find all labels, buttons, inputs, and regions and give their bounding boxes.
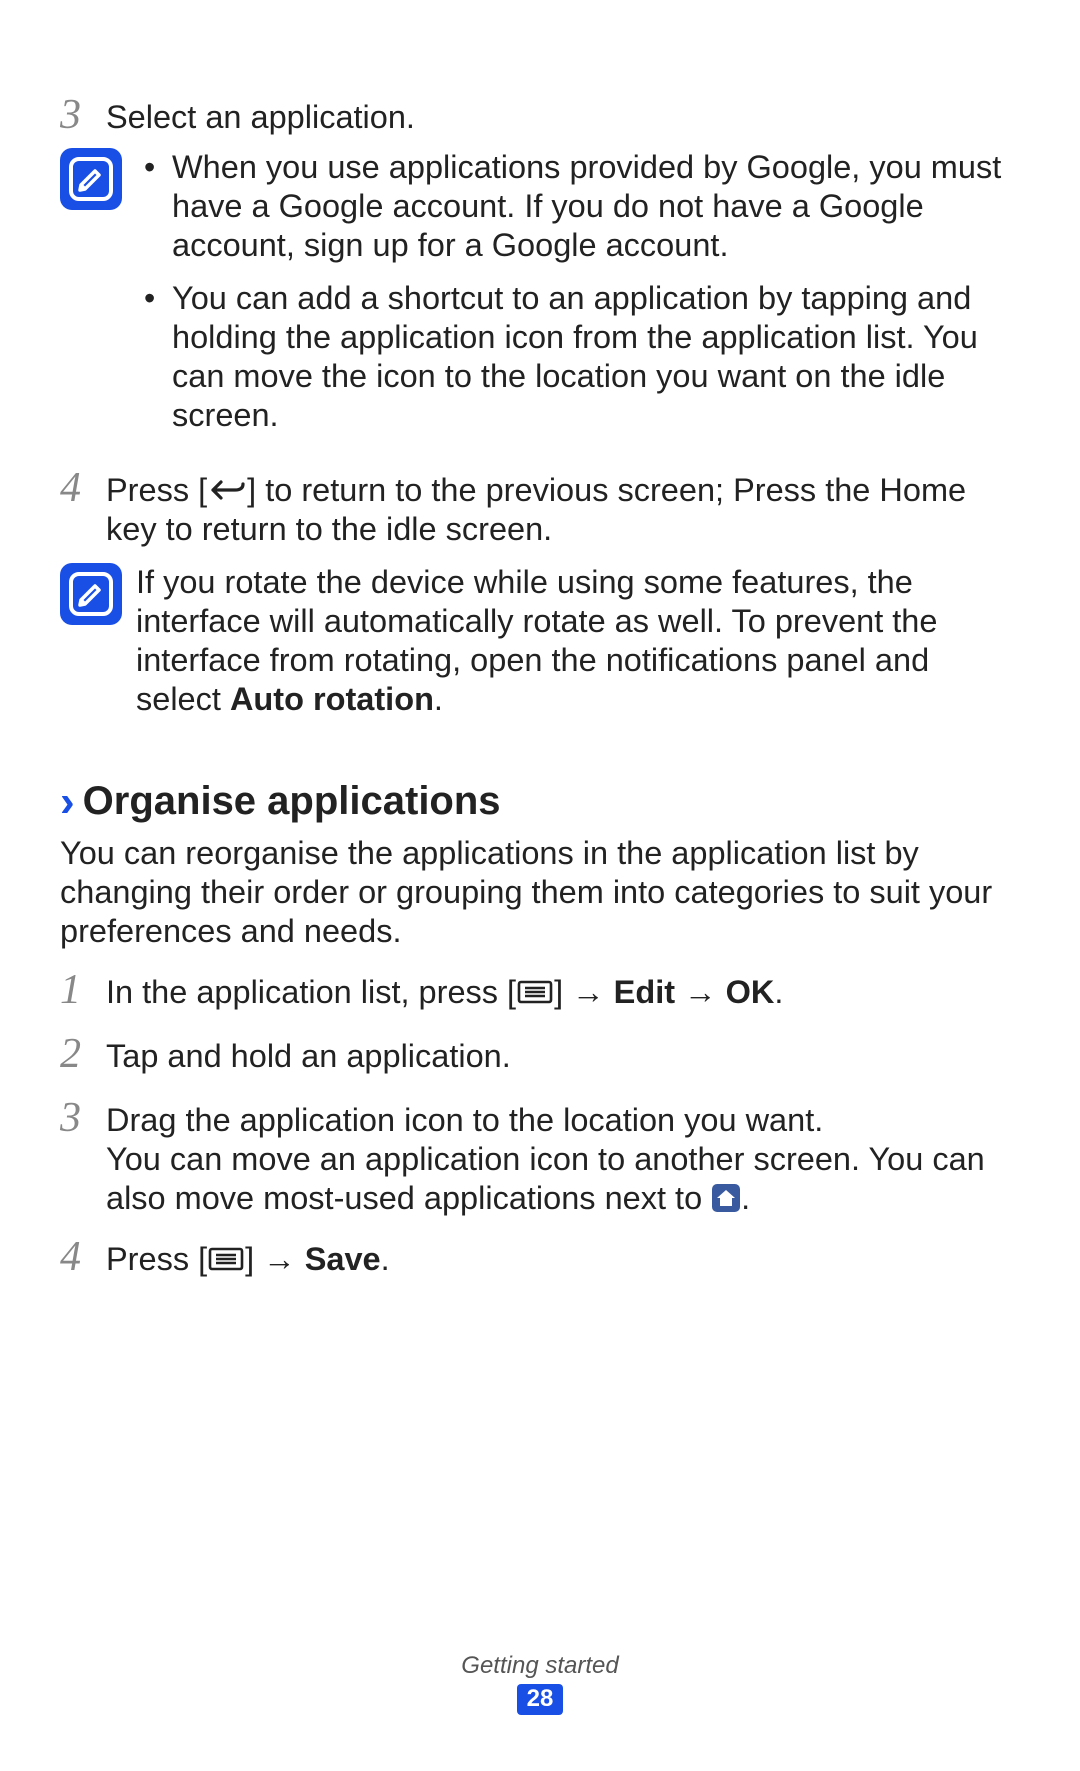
- step-3: 3 Select an application.: [60, 98, 1020, 140]
- text-line: Drag the application icon to the locatio…: [106, 1101, 1020, 1140]
- text-bold: Edit: [614, 974, 675, 1010]
- text-bold: Auto rotation: [230, 681, 434, 717]
- text-fragment: .: [434, 681, 443, 717]
- text-fragment: .: [741, 1180, 750, 1216]
- footer-section-label: Getting started: [0, 1652, 1080, 1680]
- chevron-icon: ›: [60, 780, 75, 824]
- step-text: Select an application.: [106, 98, 1020, 137]
- step-number: 4: [60, 1236, 106, 1278]
- text-fragment: .: [381, 1241, 390, 1277]
- text-bold: OK: [726, 974, 775, 1010]
- step-text: Press [] to return to the previous scree…: [106, 471, 1020, 549]
- note-block-1: When you use applications provided by Go…: [60, 148, 1020, 449]
- text-fragment: →: [675, 974, 726, 1010]
- page-footer: Getting started 28: [0, 1652, 1080, 1715]
- text-fragment: You can move an application icon to anot…: [106, 1141, 985, 1216]
- section-intro: You can reorganise the applications in t…: [60, 834, 1020, 951]
- note-icon: [60, 148, 122, 210]
- text-fragment: Press [: [106, 472, 207, 508]
- text-fragment: ] →: [554, 974, 614, 1010]
- note-body: If you rotate the device while using som…: [136, 563, 1020, 719]
- section-title: Organise applications: [83, 779, 501, 824]
- section-heading: › Organise applications: [60, 779, 1020, 824]
- note-bullets: When you use applications provided by Go…: [136, 148, 1020, 435]
- text-fragment: .: [774, 974, 783, 1010]
- organise-step-4: 4 Press [] → Save.: [60, 1240, 1020, 1282]
- home-app-icon: [711, 1183, 741, 1213]
- step-number: 1: [60, 969, 106, 1011]
- step-4: 4 Press [] to return to the previous scr…: [60, 471, 1020, 549]
- step-text: Tap and hold an application.: [106, 1037, 1020, 1076]
- organise-step-2: 2 Tap and hold an application.: [60, 1037, 1020, 1079]
- organise-step-1: 1 In the application list, press [] → Ed…: [60, 973, 1020, 1015]
- step-text: Press [ ] → Save.: [106, 1240, 1020, 1279]
- menu-key-icon: [516, 979, 554, 1005]
- manual-page: 3 Select an application. When you use ap…: [0, 0, 1080, 1282]
- step-number: 3: [60, 1097, 106, 1139]
- step-number: 3: [60, 94, 106, 136]
- step-text: Drag the application icon to the locatio…: [106, 1101, 1020, 1218]
- step-number: 2: [60, 1033, 106, 1075]
- text-fragment: In the application list, press [: [106, 974, 516, 1010]
- step-number: 4: [60, 467, 106, 509]
- back-key-icon: [207, 476, 247, 504]
- text-fragment: Press [: [106, 1241, 207, 1277]
- note-bullet: You can add a shortcut to an application…: [144, 279, 1020, 435]
- note-block-2: If you rotate the device while using som…: [60, 563, 1020, 719]
- text-bold: Save: [305, 1241, 381, 1277]
- organise-steps: 1 In the application list, press [] → Ed…: [60, 973, 1020, 1282]
- note-icon: [60, 563, 122, 625]
- step-text: In the application list, press [ ] → Edit…: [106, 973, 1020, 1012]
- note-body: When you use applications provided by Go…: [136, 148, 1020, 449]
- page-number-badge: 28: [517, 1684, 564, 1715]
- text-line: You can move an application icon to anot…: [106, 1140, 1020, 1218]
- menu-key-icon: [207, 1246, 245, 1272]
- organise-step-3: 3 Drag the application icon to the locat…: [60, 1101, 1020, 1218]
- note-bullet: When you use applications provided by Go…: [144, 148, 1020, 265]
- text-fragment: ] →: [245, 1241, 305, 1277]
